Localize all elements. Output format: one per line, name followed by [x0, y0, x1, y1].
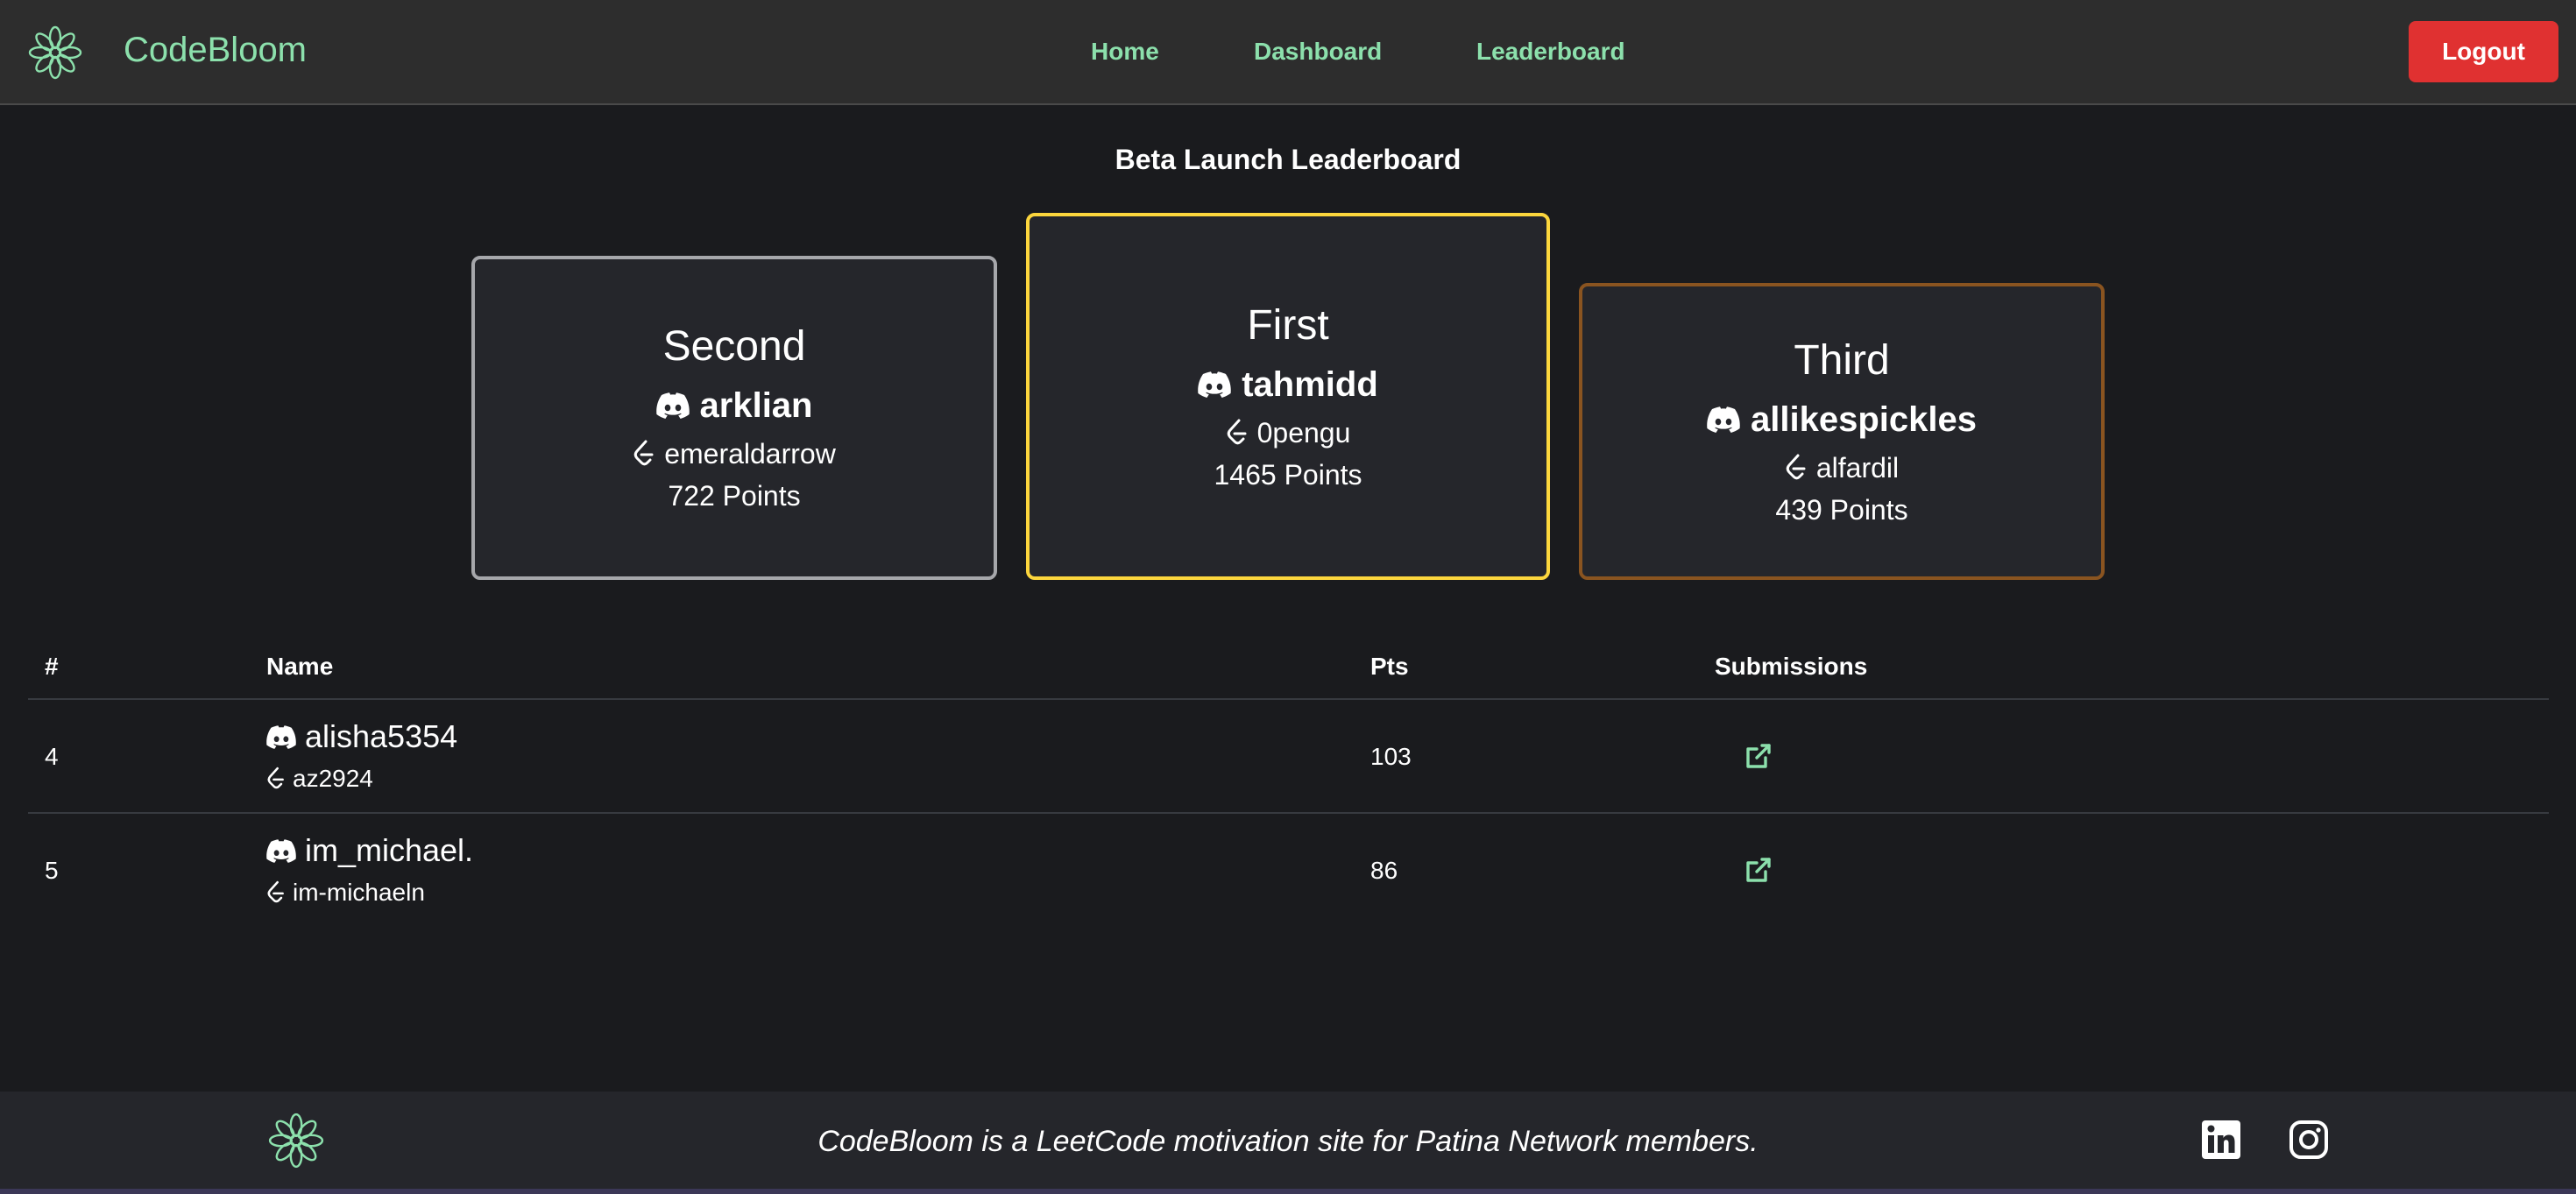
external-link-icon[interactable] [1744, 741, 1773, 771]
logout-button[interactable]: Logout [2409, 21, 2558, 82]
discord-icon [1198, 371, 1231, 398]
leetcode-username: im-michaeln [293, 879, 425, 906]
leetcode-icon [266, 880, 286, 905]
nav-dashboard-link[interactable]: Dashboard [1254, 38, 1382, 66]
leetcode-icon [1226, 419, 1249, 447]
discord-icon [1707, 406, 1740, 433]
discord-name: allikespickles [1582, 398, 2101, 442]
discord-username: tahmidd [1242, 364, 1378, 404]
leetcode-icon [633, 440, 655, 468]
footer: CodeBloom is a LeetCode motivation site … [0, 1092, 2576, 1194]
leetcode-name: im-michaeln [266, 879, 425, 907]
discord-name: tahmidd [1030, 363, 1546, 406]
leetcode-name: 0pengu [1030, 413, 1546, 452]
discord-icon [656, 392, 690, 419]
podium-card-third: Third allikespickles alfardil 439 Points [1579, 283, 2105, 580]
leetcode-icon [266, 767, 286, 791]
column-header-submissions: Submissions [1715, 653, 1868, 680]
footer-bottom-bar [0, 1189, 2576, 1194]
nav-home-link[interactable]: Home [1091, 38, 1159, 66]
discord-icon [266, 839, 296, 863]
points-label: 722 Points [668, 480, 801, 512]
leetcode-icon [1785, 454, 1808, 482]
leetcode-username: 0pengu [1256, 416, 1351, 449]
place-label: Third [1794, 336, 1890, 384]
leetcode-name: emeraldarrow [475, 435, 994, 473]
leetcode-username: az2924 [293, 765, 373, 792]
discord-username: arklian [699, 386, 813, 425]
discord-icon [266, 725, 296, 749]
rank-cell: 5 [45, 857, 59, 884]
flower-icon[interactable] [26, 24, 84, 81]
leetcode-username: emeraldarrow [664, 438, 836, 470]
discord-name: arklian [475, 384, 994, 427]
podium-card-second: Second arklian emeraldarrow 722 Points [471, 256, 997, 580]
discord-username: im_michael. [305, 832, 474, 868]
column-header-name: Name [266, 653, 334, 680]
points-label: 439 Points [1775, 493, 1908, 526]
page-title: Beta Launch Leaderboard [1115, 144, 1461, 175]
instagram-icon[interactable] [2289, 1120, 2329, 1160]
leetcode-name: alfardil [1582, 449, 2101, 487]
brand-name[interactable]: CodeBloom [124, 31, 307, 70]
external-link-icon[interactable] [1744, 855, 1773, 885]
leetcode-name: az2924 [266, 765, 373, 793]
linkedin-icon[interactable] [2201, 1120, 2241, 1160]
top-navbar: CodeBloom Home Dashboard Leaderboard Log… [0, 0, 2576, 105]
nav-leaderboard-link[interactable]: Leaderboard [1476, 38, 1625, 66]
place-label: Second [662, 323, 806, 370]
column-header-rank: # [45, 653, 59, 680]
pts-cell: 103 [1370, 743, 1412, 770]
place-label: First [1247, 301, 1329, 349]
pts-cell: 86 [1370, 857, 1398, 884]
rank-cell: 4 [45, 743, 59, 770]
discord-username: alisha5354 [305, 718, 458, 754]
points-label: 1465 Points [1214, 458, 1362, 491]
row-divider [28, 698, 2549, 700]
discord-name: alisha5354 [266, 718, 457, 755]
row-divider [28, 812, 2549, 814]
discord-username: allikespickles [1751, 399, 1977, 439]
leetcode-username: alfardil [1815, 451, 1900, 484]
podium-card-first: First tahmidd 0pengu 1465 Points [1026, 213, 1550, 580]
discord-name: im_michael. [266, 832, 473, 869]
footer-tagline: CodeBloom is a LeetCode motivation site … [817, 1125, 1759, 1158]
column-header-pts: Pts [1370, 653, 1409, 680]
